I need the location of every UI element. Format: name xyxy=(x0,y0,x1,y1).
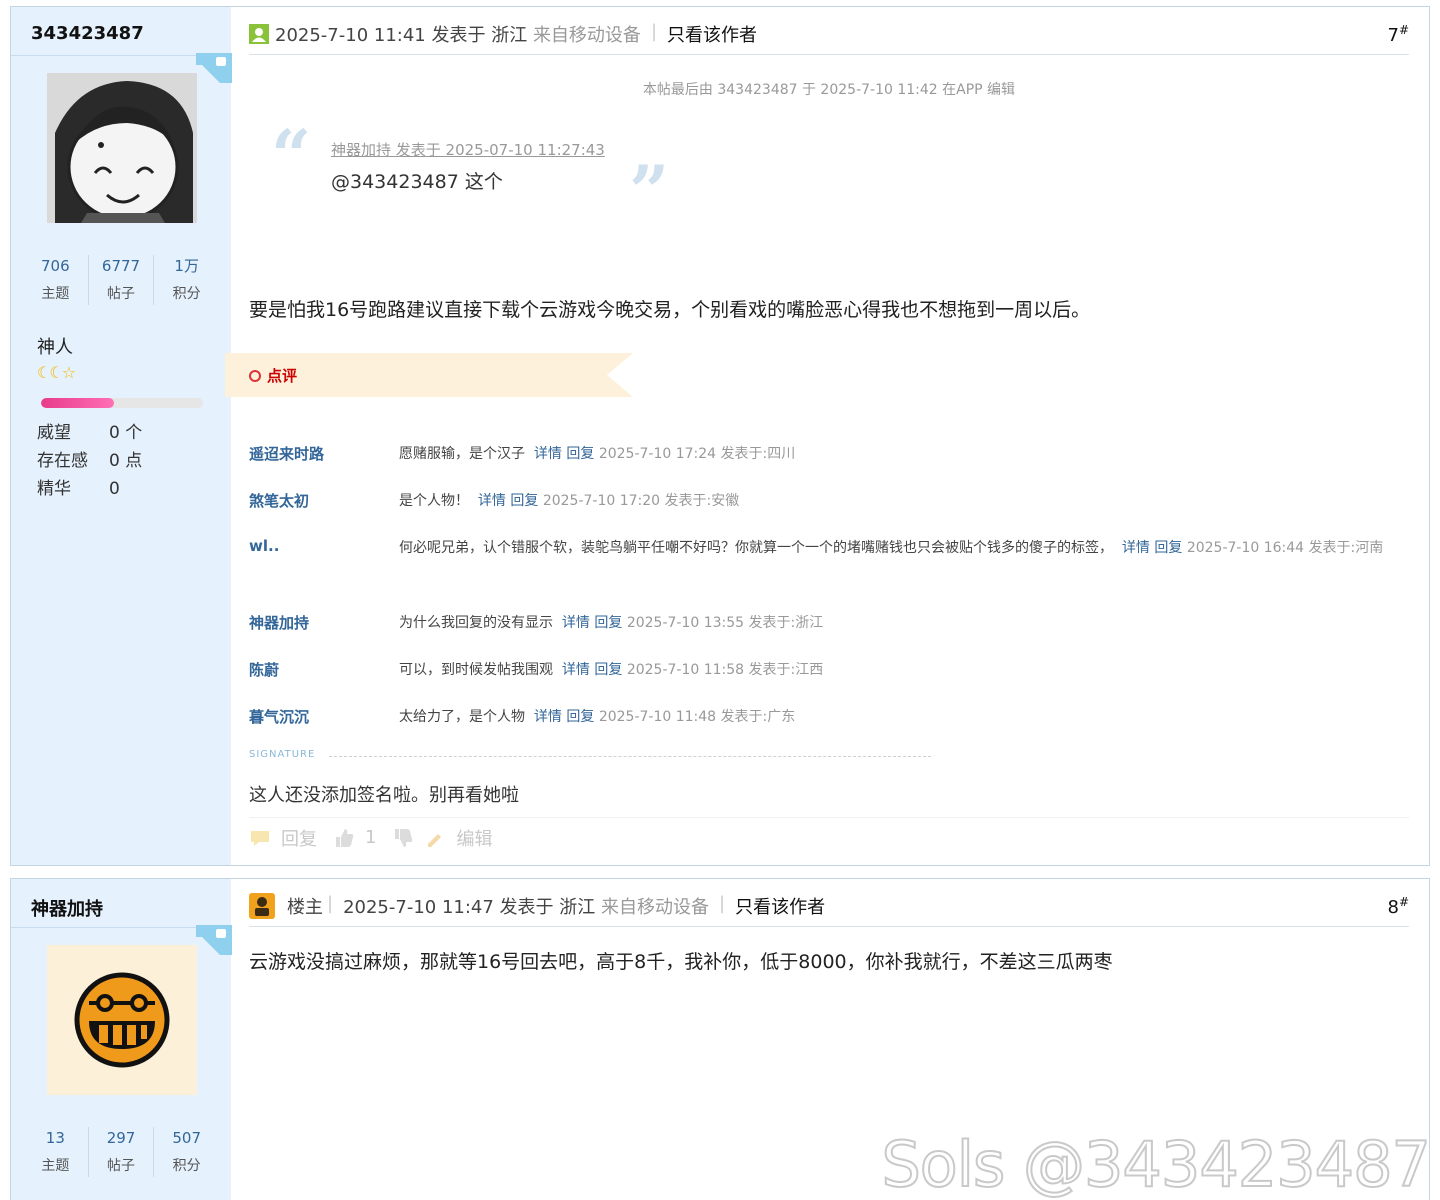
author-stats: 706 主题 6777 帖子 1万 积分 xyxy=(23,255,219,305)
comment-detail-link[interactable]: 详情 xyxy=(478,493,506,509)
online-user-icon xyxy=(249,24,269,44)
comment-reply-link[interactable]: 回复 xyxy=(594,615,622,631)
post-header: 2025-7-10 11:41 发表于 浙江 来自移动设备 | 只看该作者 7# xyxy=(249,21,1409,55)
comment-user[interactable]: wl.. xyxy=(249,537,279,555)
author-sidebar: 343423487 706 主题 6777 帖子 1万 积分 神人 ☾☾☆ 威望 0 个 xyxy=(11,7,232,865)
post-datetime: 2025-7-10 11:41 发表于 浙江 xyxy=(275,25,528,46)
comment-detail-link[interactable]: 详情 xyxy=(1122,540,1150,556)
online-ribbon-icon xyxy=(196,53,232,83)
level-progress-fill xyxy=(41,398,114,408)
edit-pencil-icon xyxy=(428,833,442,847)
comment-time: 2025-7-10 13:55 发表于:浙江 xyxy=(626,615,824,631)
author-attributes: 威望 0 个 存在感 0 点 精华 0 xyxy=(37,423,143,499)
reply-bubble-icon xyxy=(251,830,269,846)
comment-reply-link[interactable]: 回复 xyxy=(510,493,538,509)
user-avatar[interactable] xyxy=(47,945,197,1095)
quote-text: @343423487 这个 xyxy=(331,171,503,193)
comment-user[interactable]: 煞笔太初 xyxy=(249,490,309,511)
author-name[interactable]: 神器加持 xyxy=(31,895,103,921)
author-sidebar: 神器加持 13 主题 297 帖子 507 积分 xyxy=(11,879,232,1200)
divider: | xyxy=(650,21,658,42)
post-content: 云游戏没搞过麻烦，那就等16号回去吧，高于8千，我补你，低于8000，你补我就行… xyxy=(249,951,1113,973)
post-main: 2025-7-10 11:41 发表于 浙江 来自移动设备 | 只看该作者 7#… xyxy=(225,7,1409,865)
like-count: 1 xyxy=(365,827,377,848)
comment-user[interactable]: 暮气沉沉 xyxy=(249,706,309,727)
user-avatar[interactable] xyxy=(47,73,197,223)
comment-detail-link[interactable]: 详情 xyxy=(562,662,590,678)
comment-time: 2025-7-10 11:58 发表于:江西 xyxy=(626,662,824,678)
stat-threads[interactable]: 706 主题 xyxy=(23,255,89,305)
comment-time: 2025-7-10 11:48 发表于:广东 xyxy=(598,709,796,725)
comment-time: 2025-7-10 17:24 发表于:四川 xyxy=(598,446,796,462)
online-ribbon-icon xyxy=(196,925,232,955)
comment-reply-link[interactable]: 回复 xyxy=(566,709,594,725)
only-author-link[interactable]: 只看该作者 xyxy=(735,893,825,919)
thread-owner-icon xyxy=(249,893,275,919)
divider: | xyxy=(327,893,334,914)
device-label: 来自移动设备 xyxy=(601,897,710,918)
comment-detail-link[interactable]: 详情 xyxy=(534,446,562,462)
signature-divider xyxy=(329,756,931,757)
quote-block: “ 神器加持 发表于 2025-07-10 11:27:43 @34342348… xyxy=(271,121,691,227)
owner-badge: 楼主 xyxy=(287,897,323,918)
post-header: 楼主 | 2025-7-10 11:47 发表于 浙江 来自移动设备 | 只看该… xyxy=(249,893,1409,927)
quote-open-icon: “ xyxy=(271,114,312,197)
stat-points[interactable]: 507 积分 xyxy=(154,1127,219,1177)
comment-user[interactable]: 陈蔚 xyxy=(249,659,279,680)
comment-reply-link[interactable]: 回复 xyxy=(594,662,622,678)
stat-posts[interactable]: 297 帖子 xyxy=(89,1127,155,1177)
comment-circle-icon xyxy=(249,369,261,382)
signature-text: 这人还没添加签名啦。别再看她啦 xyxy=(249,785,519,806)
comment-detail-link[interactable]: 详情 xyxy=(562,615,590,631)
user-rank: 神人 xyxy=(37,337,73,358)
watermark: Sols @343423487 xyxy=(880,1127,1432,1200)
comment-time: 2025-7-10 16:44 发表于:河南 xyxy=(1186,540,1384,556)
only-author-link[interactable]: 只看该作者 xyxy=(667,21,757,47)
rank-moon-star-icon: ☾☾☆ xyxy=(37,363,76,382)
stat-threads[interactable]: 13 主题 xyxy=(23,1127,89,1177)
comment-user[interactable]: 神器加持 xyxy=(249,612,309,633)
stat-points[interactable]: 1万 积分 xyxy=(154,255,219,305)
comments-label: 点评 xyxy=(267,367,298,385)
post-actions: 回复 1 编辑 xyxy=(249,817,1409,857)
level-progress-bar xyxy=(41,398,203,408)
thumbs-up-icon[interactable] xyxy=(333,828,355,848)
post-floor-7: 343423487 706 主题 6777 帖子 1万 积分 神人 ☾☾☆ 威望 0 个 xyxy=(10,6,1430,866)
comment-detail-link[interactable]: 详情 xyxy=(534,709,562,725)
comment-user[interactable]: 遥迢来时路 xyxy=(249,443,324,464)
stat-posts[interactable]: 6777 帖子 xyxy=(89,255,155,305)
author-stats: 13 主题 297 帖子 507 积分 xyxy=(23,1127,219,1177)
floor-number[interactable]: 8# xyxy=(1387,895,1409,918)
comment-reply-link[interactable]: 回复 xyxy=(566,446,594,462)
thumbs-down-icon[interactable] xyxy=(392,828,414,848)
post-datetime: 2025-7-10 11:47 发表于 浙江 xyxy=(343,897,596,918)
edit-note: 本帖最后由 343423487 于 2025-7-10 11:42 在APP 编… xyxy=(642,82,1016,98)
divider: | xyxy=(719,893,726,914)
device-label: 来自移动设备 xyxy=(532,25,641,46)
comment-reply-link[interactable]: 回复 xyxy=(1154,540,1182,556)
floor-number[interactable]: 7# xyxy=(1387,23,1409,46)
reply-button[interactable]: 回复 xyxy=(281,825,317,851)
signature-label: SIGNATURE xyxy=(249,749,316,760)
comment-time: 2025-7-10 17:20 发表于:安徽 xyxy=(542,493,740,509)
comments-header: 点评 xyxy=(225,353,635,397)
quote-meta-link[interactable]: 神器加持 发表于 2025-07-10 11:27:43 xyxy=(331,139,605,160)
author-name[interactable]: 343423487 xyxy=(31,23,144,44)
quote-close-icon: ” xyxy=(629,150,670,233)
edit-button[interactable]: 编辑 xyxy=(456,825,492,851)
post-content: 要是怕我16号跑路建议直接下载个云游戏今晚交易，个别看戏的嘴脸恶心得我也不想拖到… xyxy=(249,299,1091,321)
